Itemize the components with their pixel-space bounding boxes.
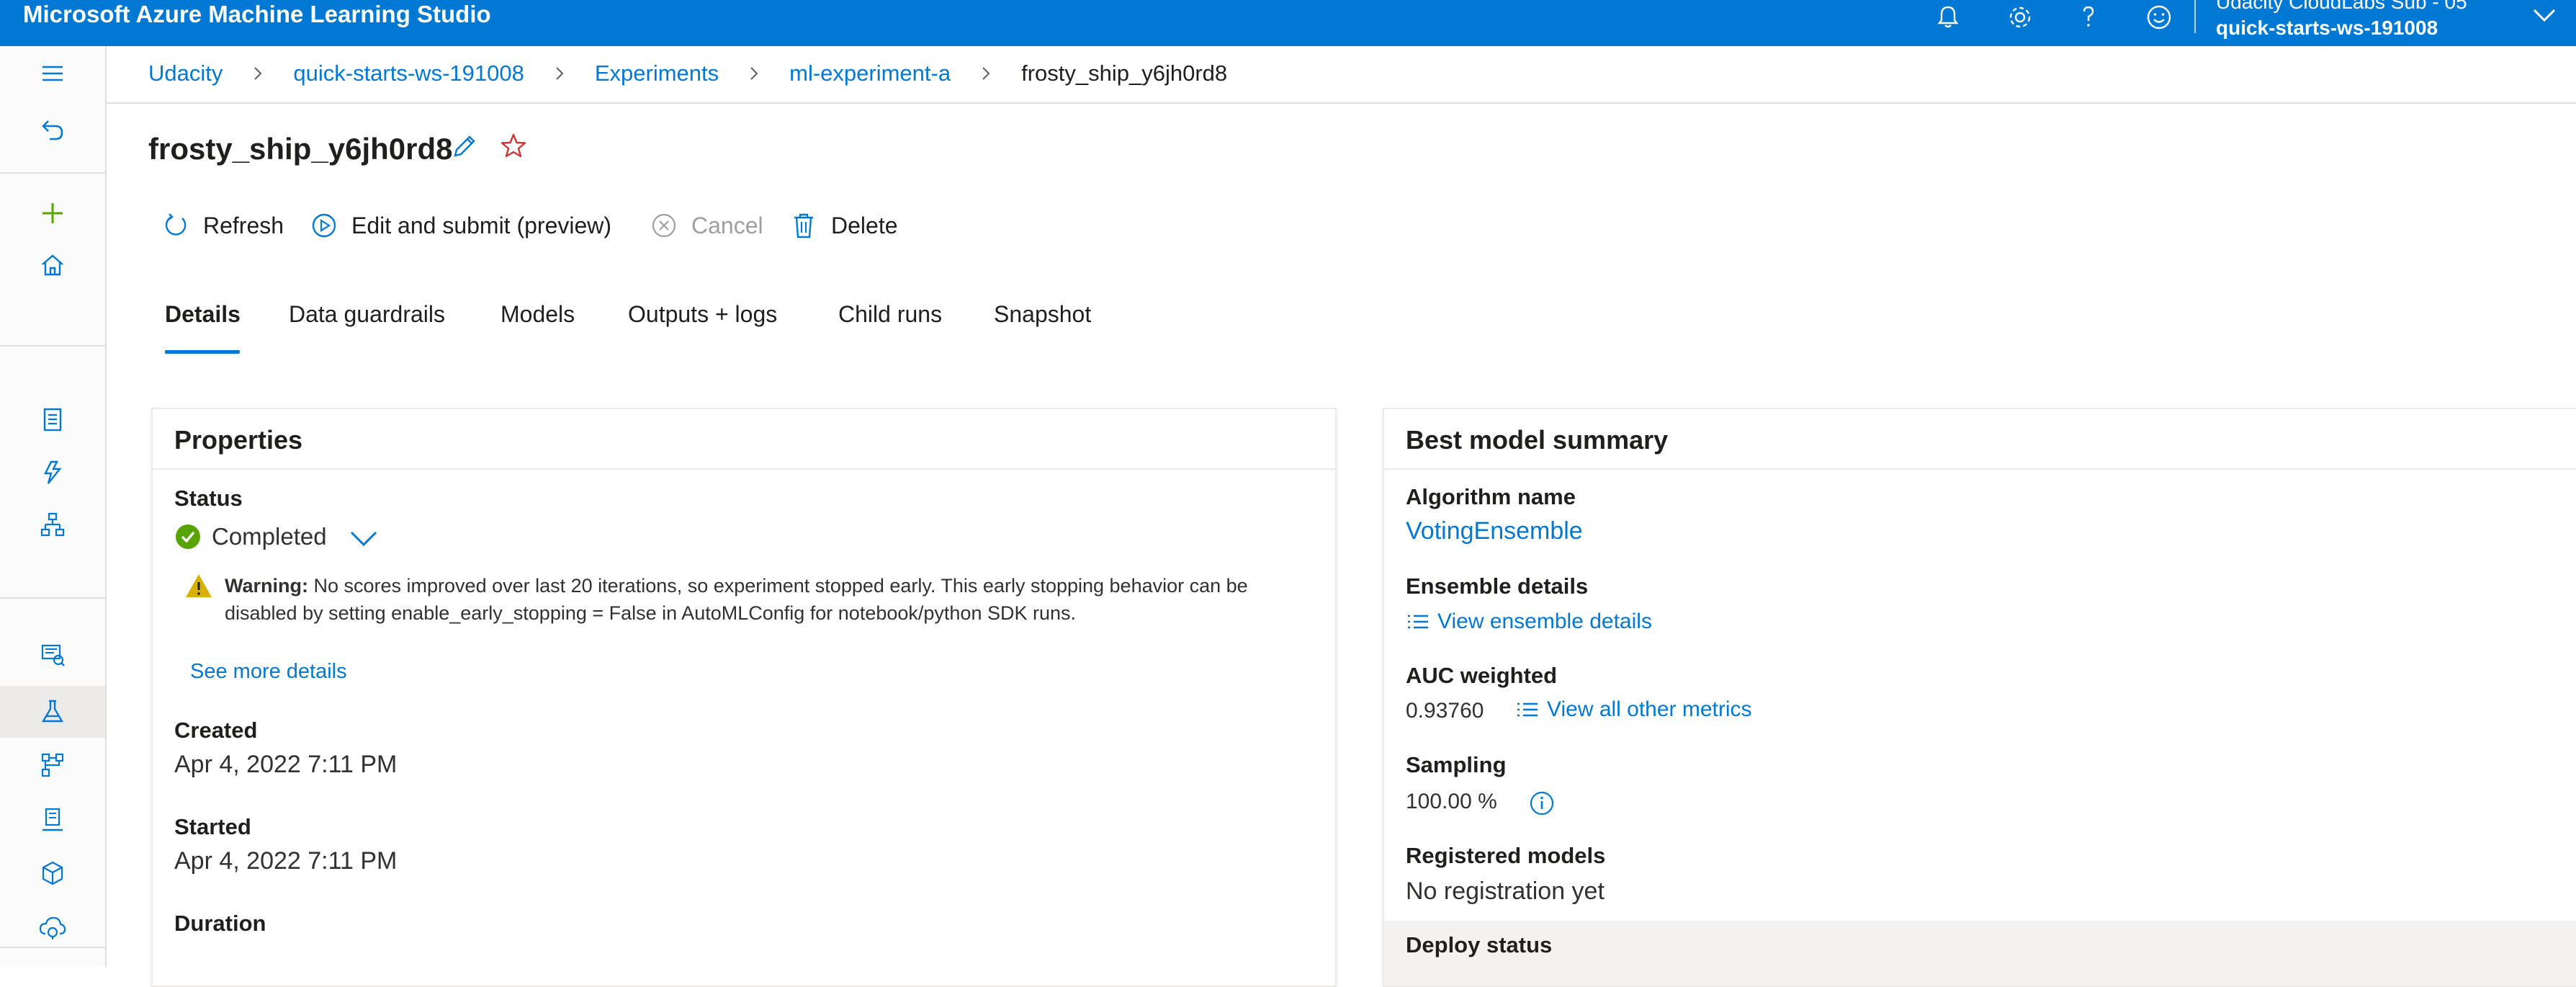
breadcrumb: Udacity quick-starts-ws-191008 Experimen… (107, 46, 2576, 104)
models-icon[interactable] (0, 847, 105, 899)
cancel-label: Cancel (691, 212, 763, 238)
breadcrumb-link-experiments[interactable]: Experiments (595, 61, 719, 86)
nav-divider (0, 947, 105, 948)
help-icon[interactable] (2074, 3, 2103, 32)
tab-models[interactable]: Models (501, 301, 575, 328)
sampling-label: Sampling (1406, 752, 1507, 777)
warning-line-2: disabled by setting enable_early_stoppin… (225, 602, 1077, 624)
ensemble-details-label: Ensemble details (1406, 573, 1589, 599)
chevron-down-icon[interactable] (2531, 4, 2557, 24)
properties-title: Properties (174, 425, 303, 455)
workspace-name[interactable]: quick-starts-ws-191008 (2216, 16, 2438, 40)
warning-line-1: No scores improved over last 20 iteratio… (313, 575, 1248, 597)
create-new-icon[interactable] (0, 187, 105, 239)
automated-ml-icon[interactable] (0, 447, 105, 499)
edit-pencil-icon[interactable] (448, 130, 481, 163)
deploy-status-label: Deploy status (1406, 932, 1553, 957)
registered-models-value: No registration yet (1406, 877, 1605, 905)
refresh-label: Refresh (203, 212, 284, 238)
cancel-button[interactable]: Cancel (648, 207, 763, 244)
feedback-smiley-icon[interactable] (2145, 3, 2173, 32)
notebooks-icon[interactable] (0, 393, 105, 445)
topbar-separator (2194, 0, 2196, 33)
edit-and-submit-label: Edit and submit (preview) (351, 212, 612, 238)
best-model-summary-card: Best model summary Algorithm name Voting… (1383, 408, 2576, 987)
created-label: Created (174, 718, 258, 743)
early-stopping-warning: Warning: No scores improved over last 20… (225, 572, 1327, 627)
best-model-title: Best model summary (1406, 425, 1669, 455)
chevron-right-icon (556, 67, 564, 80)
registered-models-label: Registered models (1406, 843, 1606, 868)
see-more-details-link[interactable]: See more details (190, 660, 347, 684)
status-label: Status (174, 486, 243, 511)
breadcrumb-link-workspace[interactable]: quick-starts-ws-191008 (293, 61, 524, 86)
cancel-circle-icon (652, 213, 676, 238)
list-icon (1517, 702, 1538, 717)
best-model-card-header: Best model summary (1384, 409, 2576, 470)
delete-button[interactable]: Delete (788, 207, 898, 244)
compute-icon[interactable] (0, 794, 105, 846)
info-icon[interactable] (1528, 790, 1556, 817)
gear-icon[interactable] (2006, 3, 2034, 32)
hamburger-menu-icon[interactable] (0, 48, 105, 99)
refresh-icon (165, 213, 187, 236)
view-all-other-metrics-link[interactable]: View all other metrics (1515, 697, 1752, 722)
warning-icon (186, 574, 212, 597)
refresh-button[interactable]: Refresh (160, 207, 284, 244)
chevron-right-icon (982, 67, 990, 80)
tab-details[interactable]: Details (165, 301, 241, 328)
deploy-status-row: Deploy status (1384, 921, 2576, 986)
started-label: Started (174, 814, 251, 839)
account-name[interactable]: Udacity CloudLabs Sub - 05 (2216, 0, 2467, 14)
tab-snapshot[interactable]: Snapshot (994, 301, 1091, 328)
edit-and-submit-button[interactable]: Edit and submit (preview) (308, 207, 611, 244)
chevron-right-icon (750, 67, 758, 80)
properties-card: Properties Status Completed Warning: No … (151, 408, 1337, 987)
auc-weighted-value: 0.93760 (1406, 699, 1484, 723)
breadcrumb-link-experiment[interactable]: ml-experiment-a (789, 61, 951, 86)
breadcrumb-current: frosty_ship_y6jh0rd8 (1021, 61, 1228, 86)
nav-divider (0, 172, 105, 174)
tab-child-runs[interactable]: Child runs (838, 301, 942, 328)
created-value: Apr 4, 2022 7:11 PM (174, 751, 398, 778)
chevron-right-icon (254, 67, 262, 80)
warning-prefix: Warning: (225, 575, 308, 597)
started-value: Apr 4, 2022 7:11 PM (174, 847, 398, 875)
designer-icon[interactable] (0, 499, 105, 550)
back-icon[interactable] (0, 104, 105, 156)
view-ensemble-details-link[interactable]: View ensemble details (1406, 609, 1652, 634)
play-circle-icon (312, 213, 336, 238)
left-nav (0, 46, 107, 967)
tab-outputs-logs[interactable]: Outputs + logs (628, 301, 777, 328)
app-title: Microsoft Azure Machine Learning Studio (23, 1, 491, 27)
properties-card-header: Properties (153, 409, 1335, 470)
experiments-icon[interactable] (0, 686, 105, 738)
expand-status-chevron-icon[interactable] (349, 527, 379, 549)
completed-check-icon (176, 524, 200, 549)
trash-icon (794, 213, 813, 238)
list-icon (1408, 615, 1428, 629)
sampling-value: 100.00 % (1406, 790, 1497, 813)
view-ensemble-details-label: View ensemble details (1437, 609, 1652, 633)
favorite-star-icon[interactable] (497, 130, 530, 163)
auc-weighted-label: AUC weighted (1406, 663, 1558, 688)
bell-icon[interactable] (1934, 3, 1962, 32)
breadcrumb-link-udacity[interactable]: Udacity (148, 61, 223, 86)
nav-divider (0, 597, 105, 599)
nav-divider (0, 345, 105, 347)
active-tab-indicator (165, 350, 240, 354)
delete-label: Delete (831, 212, 898, 238)
page-title: frosty_ship_y6jh0rd8 (148, 132, 453, 166)
home-icon[interactable] (0, 239, 105, 291)
datasets-icon[interactable] (0, 628, 105, 680)
algorithm-name-link[interactable]: VotingEnsemble (1406, 517, 1583, 545)
pipelines-icon[interactable] (0, 739, 105, 791)
duration-label: Duration (174, 911, 266, 936)
status-value: Completed (212, 523, 327, 550)
top-bar: Microsoft Azure Machine Learning Studio … (0, 0, 2576, 46)
view-all-other-metrics-label: View all other metrics (1547, 697, 1752, 721)
tab-data-guardrails[interactable]: Data guardrails (289, 301, 445, 328)
algorithm-name-label: Algorithm name (1406, 484, 1576, 509)
